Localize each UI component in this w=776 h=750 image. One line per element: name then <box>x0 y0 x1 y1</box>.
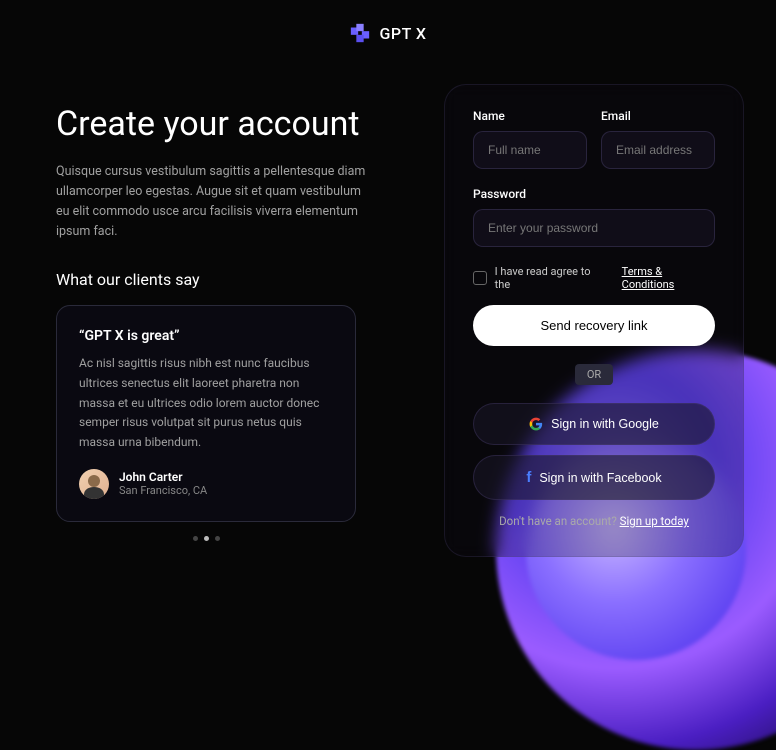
agree-text: I have read agree to the <box>495 265 606 291</box>
carousel-dots <box>56 536 356 541</box>
facebook-icon: f <box>526 469 531 486</box>
terms-link[interactable]: Terms & Conditions <box>622 265 715 291</box>
email-label: Email <box>601 109 715 123</box>
author-location: San Francisco, CA <box>119 484 207 497</box>
testimonial-body: Ac nisl sagittis risus nibh est nunc fau… <box>79 354 333 453</box>
testimonial-card: “GPT X is great” Ac nisl sagittis risus … <box>56 305 356 522</box>
email-input[interactable] <box>601 131 715 169</box>
facebook-signin-label: Sign in with Facebook <box>539 471 661 485</box>
testimonial-title: “GPT X is great” <box>79 328 333 344</box>
page-heading: Create your account <box>56 104 414 144</box>
google-signin-label: Sign in with Google <box>551 417 659 431</box>
google-signin-button[interactable]: Sign in with Google <box>473 403 715 445</box>
name-input[interactable] <box>473 131 587 169</box>
intro-panel: Create your account Quisque cursus vesti… <box>56 84 414 557</box>
testimonial-author: John Carter San Francisco, CA <box>79 469 333 499</box>
divider-text: OR <box>575 364 613 385</box>
brand-name: GPT X <box>379 24 426 43</box>
google-icon <box>529 417 543 431</box>
submit-button[interactable]: Send recovery link <box>473 305 715 346</box>
signup-footer: Don't have an account? Sign up today <box>473 514 715 528</box>
signup-form-card: Name Email Password I have read agree to… <box>444 84 744 557</box>
name-label: Name <box>473 109 587 123</box>
facebook-signin-button[interactable]: f Sign in with Facebook <box>473 455 715 500</box>
terms-checkbox[interactable] <box>473 271 487 285</box>
signup-link[interactable]: Sign up today <box>620 514 689 528</box>
divider: OR <box>473 364 715 385</box>
logo-icon <box>349 22 371 44</box>
page-subtitle: Quisque cursus vestibulum sagittis a pel… <box>56 162 366 242</box>
logo-bar: GPT X <box>0 0 776 44</box>
avatar <box>79 469 109 499</box>
password-input[interactable] <box>473 209 715 247</box>
footer-text: Don't have an account? <box>499 514 620 528</box>
password-label: Password <box>473 187 715 201</box>
social-proof-heading: What our clients say <box>56 270 414 289</box>
carousel-dot[interactable] <box>193 536 198 541</box>
carousel-dot[interactable] <box>215 536 220 541</box>
carousel-dot[interactable] <box>204 536 209 541</box>
author-name: John Carter <box>119 470 207 484</box>
